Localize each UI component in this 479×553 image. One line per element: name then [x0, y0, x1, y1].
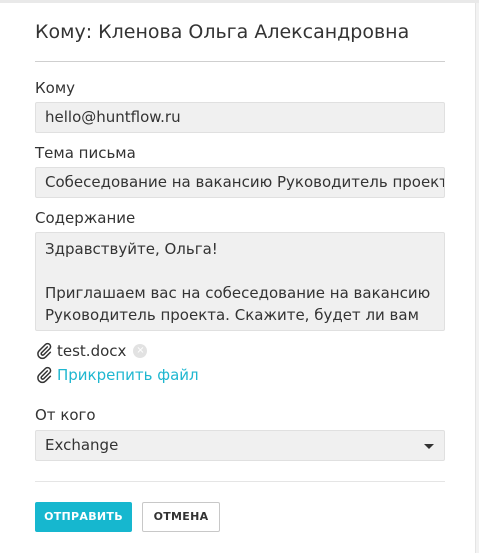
- attach-file-row: Прикрепить файл: [35, 366, 199, 384]
- paperclip-icon: [37, 366, 52, 384]
- attachment-item: test.docx ×: [35, 342, 148, 360]
- body-label: Содержание: [35, 209, 136, 227]
- paperclip-icon: [37, 342, 52, 360]
- attach-file-link[interactable]: Прикрепить файл: [57, 366, 199, 384]
- cancel-button[interactable]: ОТМЕНА: [142, 502, 220, 532]
- body-line: Здравствуйте, Ольга!: [45, 240, 218, 258]
- send-button[interactable]: ОТПРАВИТЬ: [35, 502, 132, 532]
- subject-label: Тема письма: [35, 144, 136, 162]
- from-select[interactable]: Exchange: [35, 430, 445, 461]
- chevron-down-icon: [424, 444, 434, 449]
- attachment-file-name: test.docx: [57, 342, 127, 360]
- from-selected-value: Exchange: [45, 436, 119, 454]
- body-blank-line: [45, 260, 435, 282]
- compose-email-dialog: Кому: Кленова Ольга Александровна Кому h…: [0, 3, 476, 553]
- body-line: Руководитель проекта. Скажите, будет ли …: [45, 306, 419, 324]
- remove-circle-icon[interactable]: ×: [133, 344, 148, 358]
- from-label: От кого: [35, 406, 96, 424]
- dialog-title: Кому: Кленова Ольга Александровна: [35, 21, 410, 43]
- body-line: Приглашаем вас на собеседование на вакан…: [45, 284, 431, 302]
- title-divider: [35, 61, 445, 62]
- to-label: Кому: [35, 79, 76, 97]
- subject-field[interactable]: Собеседование на вакансию Руководитель п…: [35, 167, 445, 198]
- actions-divider: [35, 481, 445, 482]
- to-field[interactable]: hello@huntflow.ru: [35, 102, 445, 133]
- body-textarea[interactable]: Здравствуйте, Ольга! Приглашаем вас на с…: [35, 232, 445, 331]
